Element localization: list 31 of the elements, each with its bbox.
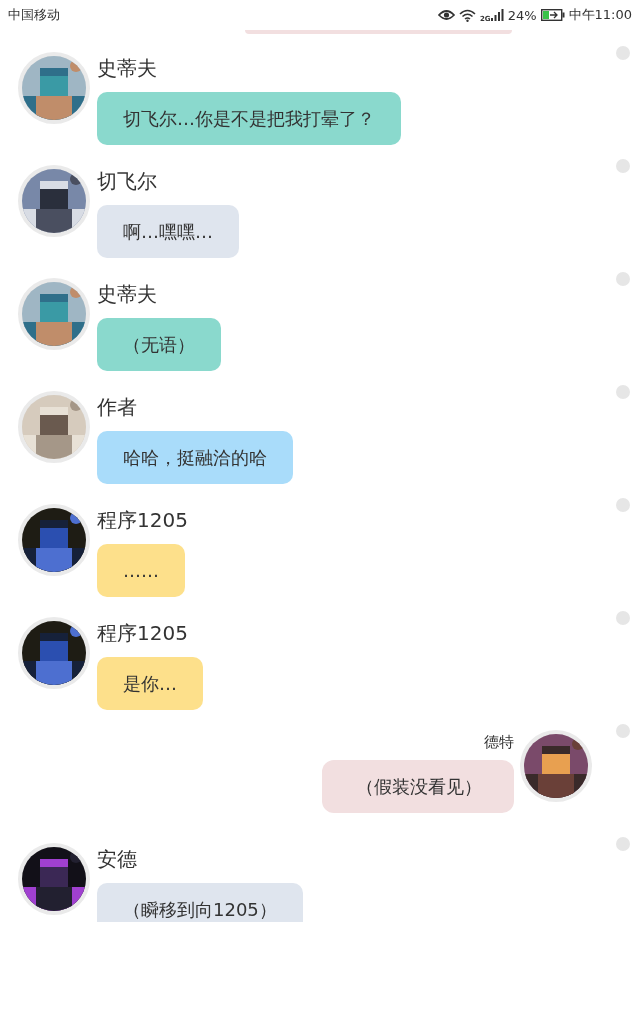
message-bubble: 啊…嘿嘿… xyxy=(97,205,239,258)
sender-name: 程序1205 xyxy=(97,507,188,534)
message-bubble: 是你… xyxy=(97,657,203,710)
sender-name: 程序1205 xyxy=(97,620,188,647)
select-dot[interactable] xyxy=(616,385,630,399)
battery-percent: 24% xyxy=(507,7,537,23)
message-bubble: （假装没看见） xyxy=(322,760,514,813)
eye-icon xyxy=(438,9,455,21)
signal-icon xyxy=(490,9,504,21)
sender-name: 安德 xyxy=(97,846,137,873)
message-bubble: …… xyxy=(97,544,185,597)
sender-name: 德特 xyxy=(484,732,514,753)
battery-icon xyxy=(540,9,565,21)
select-dot[interactable] xyxy=(616,724,630,738)
select-dot[interactable] xyxy=(616,272,630,286)
wifi-icon xyxy=(459,8,476,22)
sender-name: 史蒂夫 xyxy=(97,281,157,308)
sender-name: 作者 xyxy=(97,394,137,421)
message-bubble: （无语） xyxy=(97,318,221,371)
select-dot[interactable] xyxy=(616,159,630,173)
select-dot[interactable] xyxy=(616,46,630,60)
message-bubble: 切飞尔…你是不是把我打晕了？ xyxy=(97,92,401,145)
select-dot[interactable] xyxy=(616,611,630,625)
clock: 中午11:00 xyxy=(568,6,632,24)
message-bubble: 哈哈，挺融洽的哈 xyxy=(97,431,293,484)
carrier-name: 中国移动 xyxy=(8,6,61,24)
message-bubble: （瞬移到向1205） xyxy=(97,883,303,922)
select-dot[interactable] xyxy=(616,498,630,512)
sender-name: 史蒂夫 xyxy=(97,55,157,82)
select-dot[interactable] xyxy=(616,837,630,851)
sender-name: 切飞尔 xyxy=(97,168,157,195)
